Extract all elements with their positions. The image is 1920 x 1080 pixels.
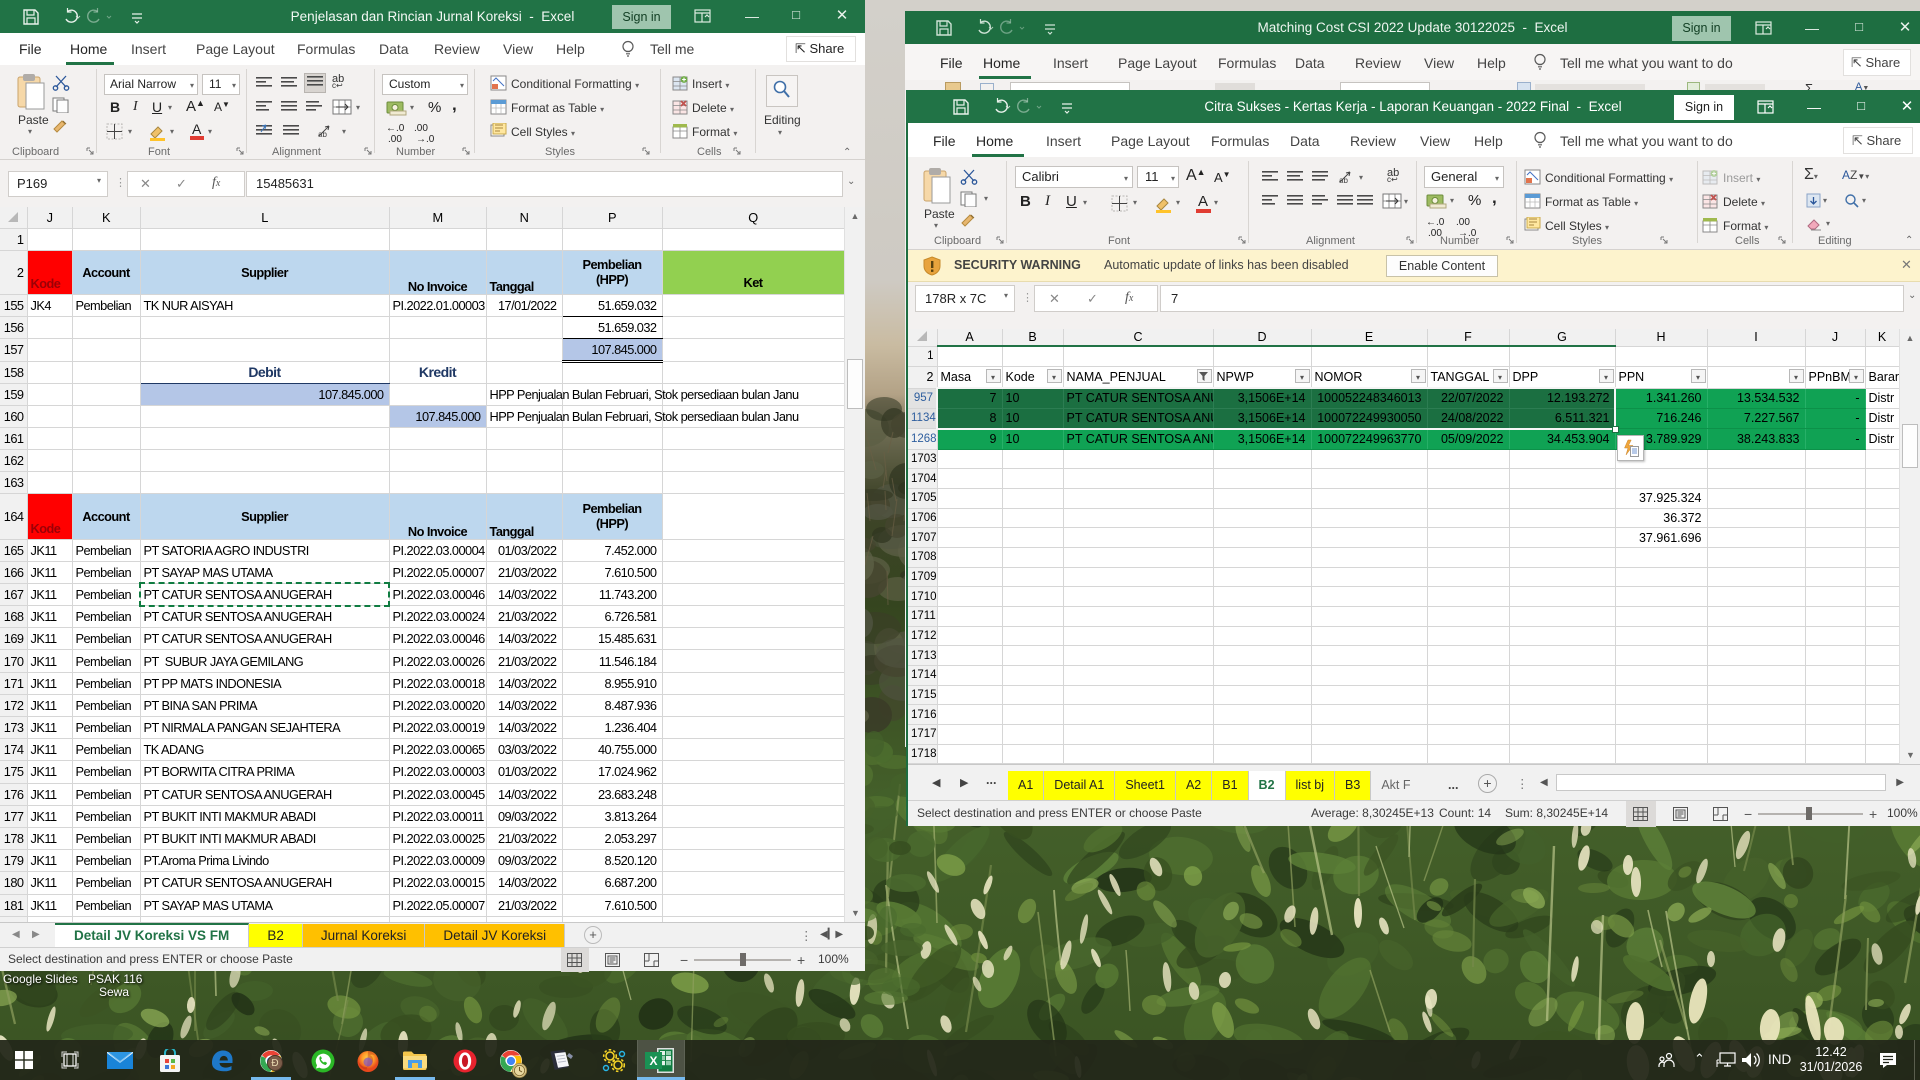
svg-text:ab: ab: [1339, 176, 1348, 185]
svg-text:X: X: [649, 1054, 657, 1068]
svg-text:ab: ab: [318, 130, 327, 139]
